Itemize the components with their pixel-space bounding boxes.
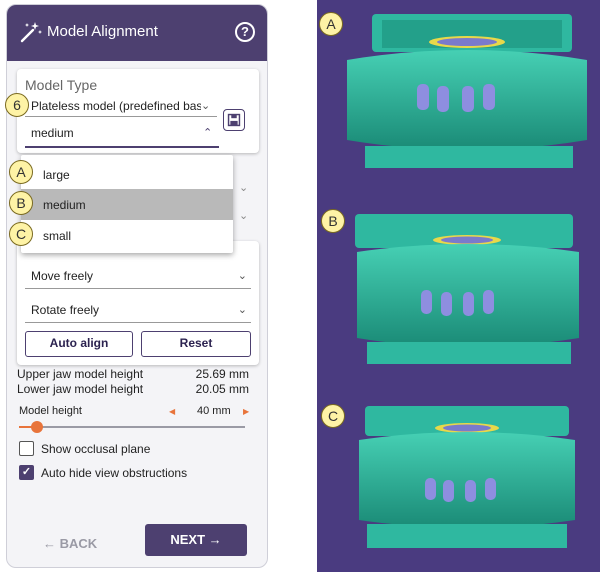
reset-button[interactable]: Reset xyxy=(141,331,251,357)
model-size-select[interactable]: medium xyxy=(31,126,74,140)
dental-model-medium xyxy=(355,214,579,364)
back-label: BACK xyxy=(59,536,98,551)
magic-wand-icon xyxy=(20,22,42,43)
model-alignment-panel: Model Alignment ? Model Type Plateless m… xyxy=(6,4,268,568)
move-value: Move freely xyxy=(31,269,94,283)
next-label: NEXT xyxy=(170,532,206,547)
option-label: small xyxy=(43,229,72,243)
model-type-select[interactable]: Plateless model (predefined base) xyxy=(31,99,201,113)
dropdown-option-small[interactable]: small xyxy=(21,220,233,251)
lower-jaw-height-row: Lower jaw model height 20.05 mm xyxy=(17,382,249,396)
dental-model-large xyxy=(347,14,587,168)
lower-jaw-value: 20.05 mm xyxy=(195,382,249,396)
dropdown-option-medium[interactable]: medium xyxy=(21,189,233,220)
auto-align-button[interactable]: Auto align xyxy=(25,331,133,357)
auto-hide-label: Auto hide view obstructions xyxy=(41,466,188,480)
rotate-value: Rotate freely xyxy=(31,303,100,317)
option-label: medium xyxy=(43,198,86,212)
save-icon[interactable] xyxy=(223,109,245,131)
model-height-label: Model height xyxy=(19,405,82,417)
option-label: large xyxy=(43,168,70,182)
size-dropdown-menu: large medium small xyxy=(21,155,233,253)
panel-title: Model Alignment xyxy=(47,23,158,40)
upper-jaw-label: Upper jaw model height xyxy=(17,367,144,381)
increase-icon[interactable]: ▶ xyxy=(243,407,249,416)
step-badge: 6 xyxy=(5,93,29,117)
badge-a: A xyxy=(9,160,33,184)
next-button[interactable]: NEXT → xyxy=(145,524,247,556)
auto-hide-checkbox[interactable]: ✓ xyxy=(19,465,34,480)
dental-model-renders xyxy=(347,14,587,548)
badge-b: B xyxy=(9,191,33,215)
panel-header: Model Alignment ? xyxy=(7,5,267,61)
model-type-label: Model Type xyxy=(25,77,98,93)
rotate-select[interactable]: Rotate freely ⌄ xyxy=(25,295,251,323)
badge-a-view: A xyxy=(319,12,343,36)
chevron-down-icon: ⌄ xyxy=(237,304,247,316)
arrow-right-icon: → xyxy=(208,532,222,547)
dental-model-small xyxy=(359,406,575,548)
badge-c-view: C xyxy=(321,404,345,428)
chevron-up-icon[interactable]: ⌄ xyxy=(203,125,212,138)
decrease-icon[interactable]: ◀ xyxy=(169,407,175,416)
model-height-slider[interactable] xyxy=(19,426,245,428)
chevron-down-icon[interactable]: ⌄ xyxy=(201,99,210,112)
occlusal-plane-label: Show occlusal plane xyxy=(41,442,151,456)
model-type-card: Model Type Plateless model (predefined b… xyxy=(17,69,259,153)
root: Model Alignment ? Model Type Plateless m… xyxy=(0,0,600,572)
upper-jaw-value: 25.69 mm xyxy=(195,367,249,381)
dropdown-option-large[interactable]: large xyxy=(21,159,233,190)
upper-jaw-height-row: Upper jaw model height 25.69 mm xyxy=(17,367,249,381)
chevron-down-icon: ⌄ xyxy=(239,182,249,194)
chevron-down-icon: ⌄ xyxy=(237,270,247,282)
divider xyxy=(25,116,217,117)
badge-b-view: B xyxy=(321,209,345,233)
slider-thumb[interactable] xyxy=(31,421,44,433)
chevron-down-icon: ⌄ xyxy=(239,210,249,222)
lower-jaw-label: Lower jaw model height xyxy=(17,382,144,396)
movement-card: Move freely ⌄ Rotate freely ⌄ Auto align… xyxy=(17,241,259,365)
move-select[interactable]: Move freely ⌄ xyxy=(25,261,251,289)
occlusal-plane-checkbox[interactable] xyxy=(19,441,34,456)
back-button[interactable]: ← BACK xyxy=(43,536,97,551)
badge-c: C xyxy=(9,222,33,246)
help-icon[interactable]: ? xyxy=(235,22,255,42)
active-underline xyxy=(25,146,219,148)
arrow-left-icon: ← xyxy=(43,536,56,551)
model-height-value: 40 mm xyxy=(197,405,231,417)
